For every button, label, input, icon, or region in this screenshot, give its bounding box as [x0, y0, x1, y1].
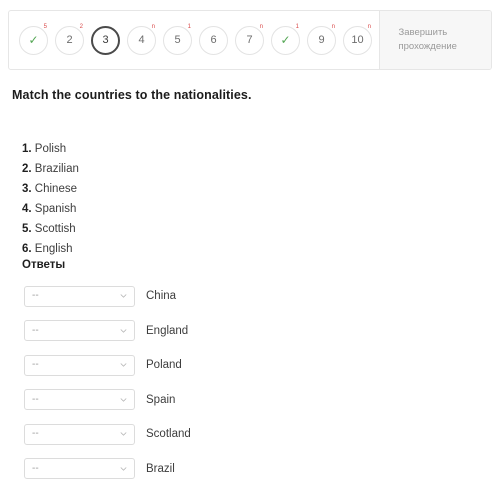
- answer-row: -- Poland: [24, 354, 444, 376]
- step-circle-2[interactable]: 22: [55, 23, 84, 55]
- answer-select-3[interactable]: --: [24, 354, 135, 376]
- question-title: Match the countries to the nationalities…: [12, 88, 252, 102]
- answer-select-4[interactable]: --: [24, 389, 135, 410]
- answer-select-value: --: [32, 393, 39, 405]
- country-label: Scotland: [146, 428, 191, 440]
- check-icon: ✓: [28, 33, 39, 47]
- nationality-label: Chinese: [34, 183, 77, 195]
- step-circle-1[interactable]: ✓ 5: [19, 23, 48, 55]
- step-circle-8[interactable]: ✓ 1: [271, 23, 300, 55]
- country-label: Brazil: [146, 462, 175, 475]
- nationality-number: 2.: [22, 163, 32, 175]
- step-circle-7[interactable]: 7n: [235, 23, 264, 55]
- country-label: China: [146, 290, 177, 302]
- nationality-number: 6.: [22, 243, 32, 255]
- step-circle-6[interactable]: 6: [199, 25, 228, 55]
- chevron-down-icon: [120, 466, 127, 471]
- step-number: 5: [174, 34, 181, 46]
- step-badge: 1: [187, 23, 191, 30]
- step-number: 7: [246, 34, 253, 46]
- step-badge: n: [331, 23, 335, 30]
- step-circle-9[interactable]: 9n: [307, 23, 336, 55]
- chevron-down-icon: [120, 294, 127, 298]
- answer-row: -- Scotland: [24, 423, 444, 445]
- step-badge: 2: [79, 23, 83, 30]
- chevron-down-icon: [120, 432, 127, 436]
- step-number: 9: [318, 34, 325, 46]
- nationality-item: 5. Scottish: [22, 219, 79, 239]
- step-number: 2: [66, 34, 73, 46]
- answer-row: -- Spain: [24, 389, 444, 411]
- step-number: 4: [138, 34, 145, 46]
- step-badge: n: [259, 23, 263, 30]
- step-badge: n: [151, 23, 155, 30]
- country-label: England: [146, 324, 189, 337]
- answer-select-6[interactable]: --: [24, 458, 135, 479]
- step-circle-3[interactable]: 3: [91, 25, 120, 55]
- answer-row: -- China: [24, 285, 444, 307]
- step-circle-5[interactable]: 51: [163, 23, 192, 55]
- nationality-item: 3. Chinese: [22, 179, 79, 199]
- nationality-list: 1. Polish 2. Brazilian 3. Chinese 4. Spanis…: [22, 139, 79, 259]
- nationality-item: 1. Polish: [22, 139, 79, 159]
- step-number: 10: [351, 34, 364, 46]
- nationality-number: 1.: [22, 143, 32, 155]
- answer-select-value: --: [32, 324, 39, 336]
- answer-select-value: --: [32, 428, 39, 439]
- answer-select-value: --: [32, 462, 39, 474]
- step-badge: 1: [295, 23, 299, 30]
- answer-row-list: -- China -- England -- Poland -- Spain -- Scotlan…: [24, 285, 444, 492]
- nationality-label: Spanish: [34, 203, 77, 215]
- step-number: 3: [102, 34, 109, 46]
- nationality-number: 4.: [22, 203, 32, 215]
- answer-select-value: --: [32, 359, 39, 370]
- question-navigation-card: ✓ 5 2 2 3 4 n 5 1 6 7 n ✓ 1 9 n 10 n Завершить прохождени…: [8, 10, 492, 70]
- step-circle-10[interactable]: 10 n: [343, 23, 372, 55]
- nationality-number: 3.: [22, 183, 32, 195]
- nationality-label: Scottish: [34, 223, 76, 235]
- answer-row: -- England: [24, 320, 444, 342]
- answer-select-value: --: [32, 290, 39, 301]
- step-circle-4[interactable]: 4n: [127, 23, 156, 55]
- finish-test-label: Завершить прохождение: [398, 27, 457, 52]
- nationality-item: 2. Brazilian: [22, 159, 79, 179]
- step-list: ✓ 5 2 2 3 4 n 5 1 6 7 n ✓ 1 9 n 10 n: [9, 11, 379, 69]
- country-label: Spain: [146, 393, 176, 406]
- nationality-label: Brazilian: [34, 163, 79, 175]
- answer-row: -- Brazil: [24, 458, 444, 480]
- step-number: 6: [210, 34, 217, 46]
- step-badge: n: [367, 23, 371, 30]
- nationality-item: 6. English: [22, 239, 79, 259]
- nationality-number: 5.: [22, 223, 32, 235]
- answer-select-1[interactable]: --: [24, 285, 135, 307]
- chevron-down-icon: [120, 363, 127, 367]
- chevron-down-icon: [120, 328, 127, 333]
- nationality-label: English: [34, 243, 73, 255]
- chevron-down-icon: [120, 397, 127, 402]
- nationality-item: 4. Spanish: [22, 199, 79, 219]
- check-icon: ✓: [280, 33, 291, 47]
- finish-test-button[interactable]: Завершить прохождение: [380, 11, 491, 69]
- answer-select-5[interactable]: --: [24, 423, 135, 445]
- step-badge: 5: [43, 23, 47, 30]
- nationality-label: Polish: [34, 143, 67, 155]
- answers-heading: Ответы: [22, 259, 66, 271]
- answer-select-2[interactable]: --: [24, 320, 135, 341]
- country-label: Poland: [146, 359, 182, 371]
